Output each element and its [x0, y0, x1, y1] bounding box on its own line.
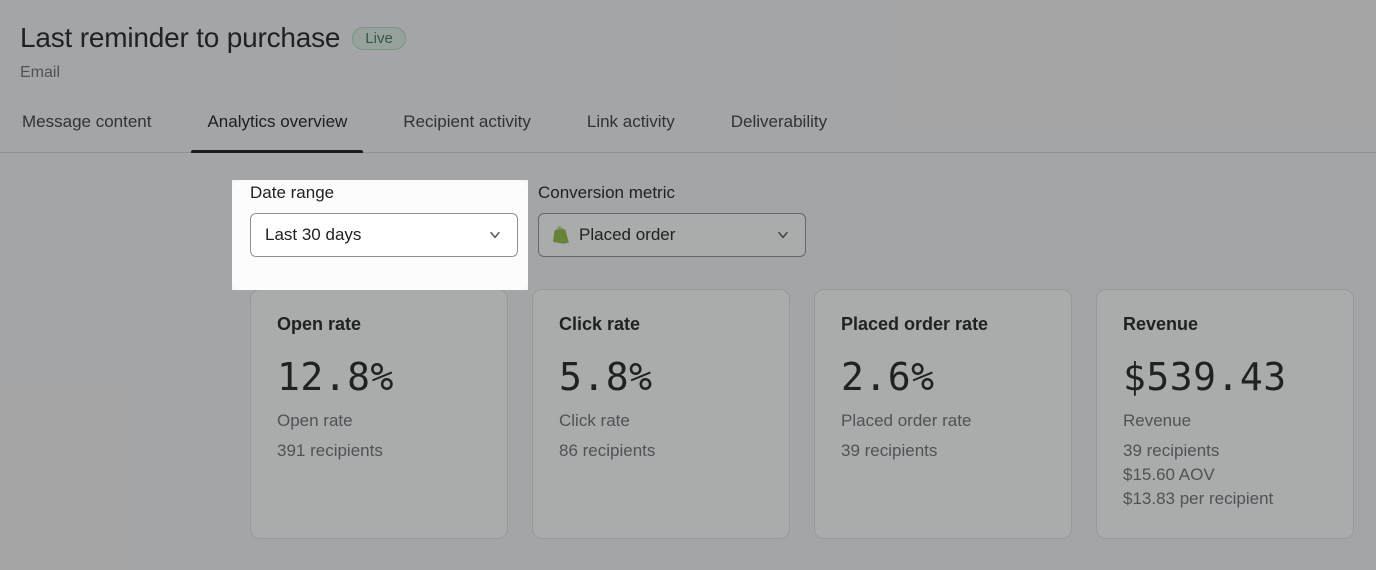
tab-analytics-overview[interactable]: Analytics overview: [205, 112, 349, 152]
card-title: Revenue: [1123, 314, 1327, 335]
card-sub: Click rate: [559, 411, 763, 431]
card-line: 39 recipients: [1123, 441, 1327, 461]
tab-deliverability[interactable]: Deliverability: [729, 112, 829, 152]
date-range-select[interactable]: Last 30 days: [250, 213, 518, 257]
metric-card-click-rate: Click rate 5.8% Click rate 86 recipients: [532, 289, 790, 539]
card-sub: Open rate: [277, 411, 481, 431]
tab-message-content[interactable]: Message content: [20, 112, 153, 152]
card-sub: Placed order rate: [841, 411, 1045, 431]
date-range-field: Date range Last 30 days: [250, 183, 518, 257]
card-title: Open rate: [277, 314, 481, 335]
card-value: 5.8%: [559, 355, 763, 399]
card-line: 39 recipients: [841, 441, 1045, 461]
page-subtitle: Email: [20, 64, 1356, 82]
date-range-label: Date range: [250, 183, 518, 203]
card-line: $15.60 AOV: [1123, 465, 1327, 485]
chevron-down-icon: [775, 227, 791, 243]
page-title: Last reminder to purchase: [20, 22, 340, 54]
tabs: Message content Analytics overview Recip…: [0, 112, 1376, 153]
conversion-metric-label: Conversion metric: [538, 183, 806, 203]
metric-card-placed-order-rate: Placed order rate 2.6% Placed order rate…: [814, 289, 1072, 539]
card-title: Click rate: [559, 314, 763, 335]
chevron-down-icon: [487, 227, 503, 243]
metric-card-open-rate: Open rate 12.8% Open rate 391 recipients: [250, 289, 508, 539]
conversion-metric-select[interactable]: Placed order: [538, 213, 806, 257]
conversion-metric-field: Conversion metric Placed order: [538, 183, 806, 257]
card-line: 86 recipients: [559, 441, 763, 461]
card-value: 2.6%: [841, 355, 1045, 399]
card-value: $539.43: [1123, 355, 1327, 399]
card-line: $13.83 per recipient: [1123, 489, 1327, 509]
tab-recipient-activity[interactable]: Recipient activity: [401, 112, 533, 152]
card-title: Placed order rate: [841, 314, 1045, 335]
date-range-value: Last 30 days: [265, 225, 361, 245]
card-value: 12.8%: [277, 355, 481, 399]
tab-link-activity[interactable]: Link activity: [585, 112, 677, 152]
status-badge: Live: [352, 27, 406, 50]
conversion-metric-value: Placed order: [579, 225, 675, 245]
card-sub: Revenue: [1123, 411, 1327, 431]
card-line: 391 recipients: [277, 441, 481, 461]
metric-card-revenue: Revenue $539.43 Revenue 39 recipients $1…: [1096, 289, 1354, 539]
shopify-icon: [553, 226, 569, 244]
